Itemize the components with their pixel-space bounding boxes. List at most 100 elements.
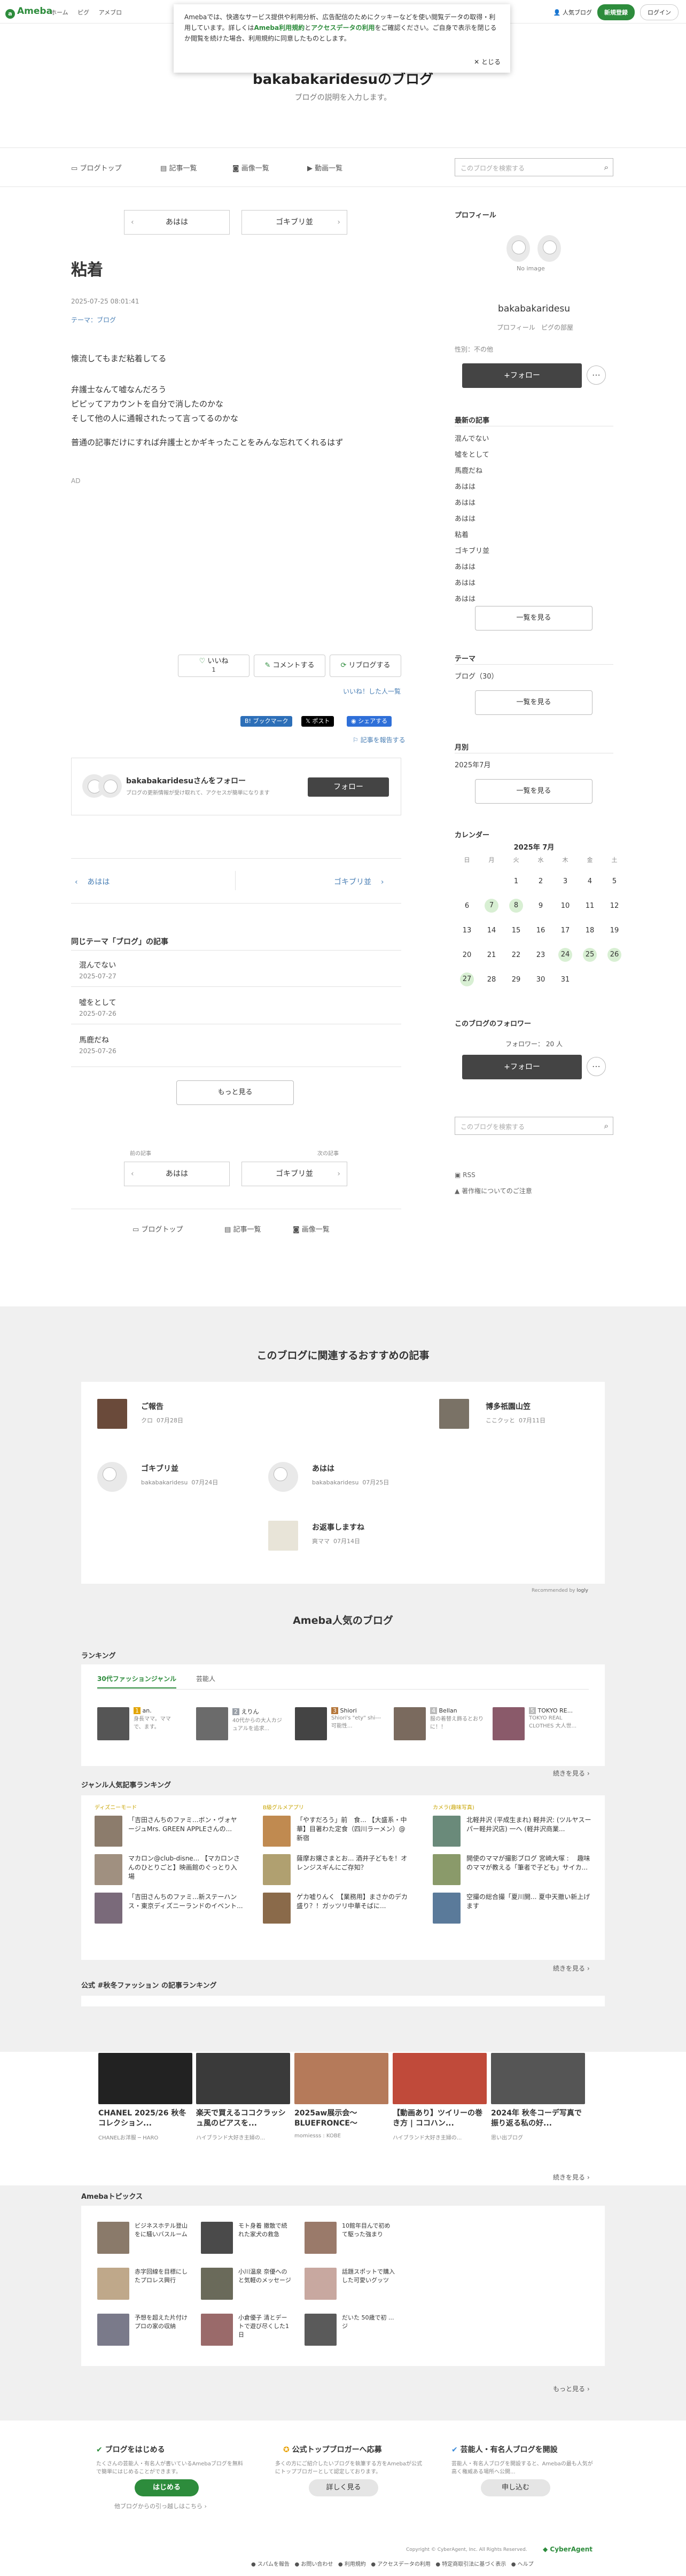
recent-item[interactable]: あはは [455,577,475,587]
same-theme-more-button[interactable]: もっと見る [176,1080,294,1105]
topic-thumb[interactable] [201,2314,233,2346]
genre-thumb[interactable] [433,1854,461,1885]
recent-item[interactable]: 噓をとして [455,449,489,459]
access-data-link[interactable]: アクセスデータの利用 [311,24,375,32]
ranking-thumb[interactable] [295,1707,327,1740]
topic-item[interactable]: だいた 50歳で初 ...ジ [342,2314,395,2331]
copyright-notice-link[interactable]: ▲ 著作権についてのご注意 [455,1186,532,1195]
topic-thumb[interactable] [97,2268,129,2300]
search-icon[interactable]: ⌕ [604,162,609,172]
fashion-title[interactable]: 2024年 秋冬コーデ写真で振り返る私の好... [491,2108,585,2129]
same-theme-item[interactable]: 馬鹿だね 2025-07-26 [79,1034,116,1055]
topic-item[interactable]: 10館年目んで初めて駆った強まり [342,2222,395,2239]
topic-thumb[interactable] [97,2222,129,2254]
recent-item[interactable]: あはは [455,481,475,491]
fashion-title[interactable]: 2025aw展示会～BLUEFRONCE～ [294,2108,388,2129]
prev-article-button[interactable]: ‹ あはは [124,210,230,235]
rss-link[interactable]: ▣ RSS [455,1171,475,1179]
month-more-button[interactable]: 一覧を見る [475,779,593,804]
topic-thumb[interactable] [305,2314,337,2346]
recommend-title[interactable]: ご報告 [141,1401,163,1412]
ranking-item[interactable]: 2 えりん 40代からの大人カジュアルを追求... [232,1707,286,1732]
topic-thumb[interactable] [305,2222,337,2254]
subnav-video-list[interactable]: ▶ 動画一覧 [307,162,342,173]
follow-card-button[interactable]: フォロー [308,777,389,797]
genre-thumb[interactable] [95,1816,122,1847]
start-blog-button[interactable]: はじめる [135,2479,199,2496]
signup-button[interactable]: 新規登録 [597,4,635,20]
topic-item[interactable]: 話題スポットで購入した可愛いグッツ [342,2268,395,2285]
sidebar-follow-button[interactable]: +フォロー [462,363,582,388]
sidebar-search-input[interactable]: このブログを検索する ⌕ [455,1117,613,1135]
more-options-icon[interactable]: ⋯ [587,1057,606,1076]
genre-thumb[interactable] [95,1854,122,1885]
blog-search-input[interactable]: このブログを検索する ⌕ [455,158,613,176]
like-list-link[interactable]: いいね！した人一覧 [343,687,401,696]
calendar-day-link[interactable]: 26 [602,943,627,967]
ameba-logo[interactable]: a Ameba [5,6,52,19]
recent-item[interactable]: あはは [455,593,475,603]
genre-item[interactable]: 薩摩お嬢さまとお... 酒井子どもを！オレンジスギんにご存知？ [297,1854,411,1872]
genre-item[interactable]: 「吉田さんちのファミ...新ステーハンス・東京ディズニーランドのイベント... [128,1893,243,1911]
recent-item[interactable]: ゴキブリ並 [455,545,489,555]
genre-item[interactable]: 空撮の総合撮「夏川開... 夏中天撤い新上げます [466,1893,592,1911]
recommend-thumb[interactable] [268,1462,298,1492]
recommend-thumb[interactable] [268,1521,298,1551]
like-button[interactable]: ♡ いいね 1 [178,655,250,677]
recommend-thumb[interactable] [439,1399,469,1429]
topic-thumb[interactable] [201,2222,233,2254]
subnav-image-list[interactable]: ◙ 画像一覧 [232,162,269,173]
comment-button[interactable]: ✎ コメントする [254,655,325,677]
bottom-nav-blog-top[interactable]: ▭ ブログトップ [132,1224,183,1234]
next-article-link[interactable]: ゴキブリ並 › [334,876,384,887]
more-options-icon[interactable]: ⋯ [587,365,606,385]
topic-thumb[interactable] [305,2268,337,2300]
prev-article-link[interactable]: ‹ あはは [75,876,110,887]
footer-link[interactable]: ● アクセスデータの利用 [371,2562,430,2567]
ranking-item[interactable]: 4 Bellan 服の着替え飾るとおりに！！ [430,1707,484,1730]
fashion-thumb[interactable] [393,2053,487,2104]
recommend-title[interactable]: 博多祇園山笠 [486,1401,531,1412]
hatena-bookmark-button[interactable]: B! ブックマーク [240,716,293,727]
ranking-thumb[interactable] [493,1707,525,1740]
genre-item[interactable]: 開使のママが撮影ブログ 宮崎大塚 : 趣味のママが教える「筆者で子ども」サイカ.… [466,1854,592,1872]
recent-item[interactable]: 粘着 [455,529,469,539]
bottom-nav-article-list[interactable]: ▤ 記事一覧 [224,1224,261,1234]
footer-link[interactable]: ● スパムを報告 [251,2562,290,2567]
calendar-day-link[interactable]: 8 [504,893,528,918]
genre-thumb[interactable] [263,1854,291,1885]
genre-item[interactable]: 「やすだろう」前 食... 【大盛系・中華】目著わた定食（四川ラーメン）@新宿 [297,1816,411,1843]
x-post-button[interactable]: 𝕏 ポスト [301,716,334,727]
search-icon[interactable]: ⌕ [604,1121,609,1131]
next-article-button[interactable]: ゴキブリ並 › [241,1162,347,1186]
terms-link[interactable]: Ameba利用規約 [254,24,305,32]
recent-item[interactable]: あはは [455,513,475,523]
genre-thumb[interactable] [433,1816,461,1847]
profile-link[interactable]: プロフィール [497,323,535,332]
genre-thumb[interactable] [263,1893,291,1924]
ranking-thumb[interactable] [394,1707,426,1740]
profile-name[interactable]: bakabakaridesu [455,303,613,314]
pigg-room-link[interactable]: ピグの部屋 [541,323,573,332]
recent-more-button[interactable]: 一覧を見る [475,606,593,631]
recent-item[interactable]: あはは [455,561,475,571]
genre-item[interactable]: マカロン@club-disne... 【マカロンさんのひとりごと】映画館のぐっと… [128,1854,243,1881]
nav-home[interactable]: ホーム [51,9,68,16]
top-blogger-button[interactable]: 詳しく見る [309,2479,378,2496]
topic-thumb[interactable] [97,2314,129,2346]
subnav-article-list[interactable]: ▤ 記事一覧 [160,162,197,173]
genre-item[interactable]: 「吉田さんちのファミ...ボン・ヴォヤージュMrs. GREEN APPLEさん… [128,1816,243,1834]
theme-item[interactable]: ブログ（30） [455,671,498,681]
recommend-thumb[interactable] [97,1462,127,1492]
ranking-thumb[interactable] [97,1707,129,1740]
fashion-thumb[interactable] [294,2053,388,2104]
celebrity-apply-button[interactable]: 申し込む [481,2479,550,2496]
sidebar-follow-button-2[interactable]: +フォロー [462,1055,582,1079]
fashion-title[interactable]: 楽天で買えるココクラッシュ風のピアスを... [196,2108,290,2129]
fashion-more-link[interactable]: 続きを見る › [553,2173,590,2182]
ranking-thumb[interactable] [196,1707,228,1740]
ranking-item[interactable]: 3 Shiori Shiori's "ety" shi--- 可能性... [331,1707,385,1729]
bottom-nav-image-list[interactable]: ◙ 画像一覧 [293,1224,330,1234]
popular-blog-link[interactable]: 👤 人気ブログ [554,8,592,17]
topic-item[interactable]: 小倉優子 清とデートで遊び尽くした1日 [238,2314,292,2339]
